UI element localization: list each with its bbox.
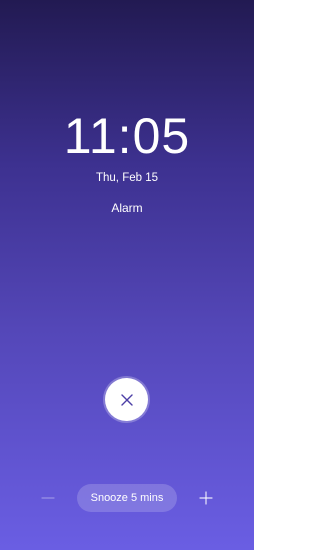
alarm-screen: 11:05 Thu, Feb 15 Alarm Snooze 5 mins [0, 0, 254, 550]
dismiss-button[interactable] [105, 378, 148, 421]
close-icon [120, 393, 133, 406]
minus-icon[interactable] [40, 490, 56, 506]
alarm-label: Alarm [111, 201, 143, 215]
snooze-controls: Snooze 5 mins [0, 484, 254, 512]
alarm-date: Thu, Feb 15 [95, 172, 158, 184]
plus-icon[interactable] [198, 490, 214, 506]
alarm-time: 11:05 [63, 108, 191, 164]
snooze-button[interactable]: Snooze 5 mins [77, 484, 177, 512]
snooze-label: Snooze 5 mins [90, 492, 164, 504]
